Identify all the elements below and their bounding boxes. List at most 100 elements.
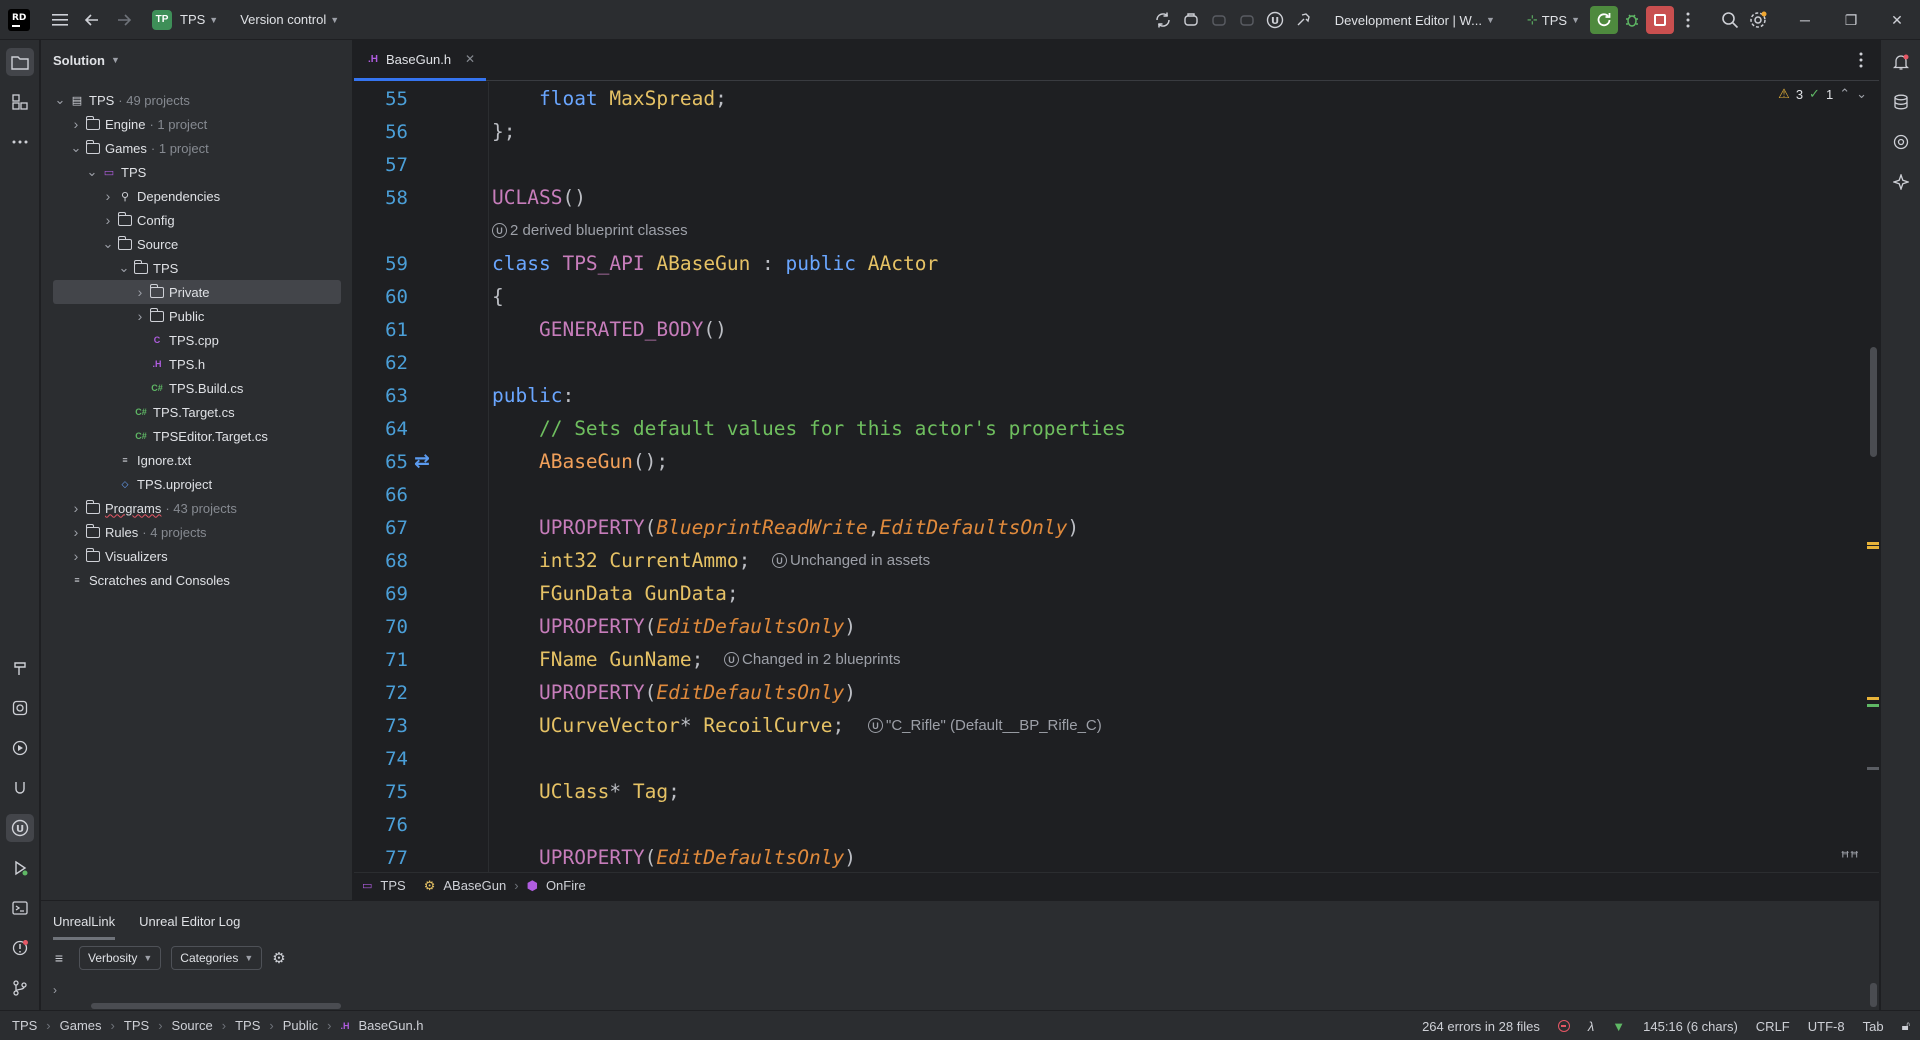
settings-gear-icon[interactable]: [1744, 6, 1772, 34]
tree-item[interactable]: .H TPS.h: [53, 352, 341, 376]
code-line[interactable]: 76: [354, 808, 1854, 841]
code-text[interactable]: ABaseGun();: [492, 450, 668, 473]
unreal-engine-icon[interactable]: U: [1261, 6, 1289, 34]
more-vertical-icon[interactable]: [1859, 52, 1863, 71]
tree-item[interactable]: ⌄ Source: [53, 232, 341, 256]
database-icon[interactable]: [1887, 88, 1915, 116]
line-number[interactable]: 66: [354, 484, 408, 506]
line-number[interactable]: 63: [354, 385, 408, 407]
line-number[interactable]: 77: [354, 847, 408, 869]
code-text[interactable]: class TPS_API ABaseGun : public AActor: [492, 252, 938, 275]
read-only-lock-icon[interactable]: 🔓︎: [1902, 1018, 1910, 1034]
code-text[interactable]: UPROPERTY(BlueprintReadWrite,EditDefault…: [492, 516, 1079, 539]
ai-assistant-sparkle-icon[interactable]: [1887, 168, 1915, 196]
categories-dropdown[interactable]: Categories ▼: [171, 946, 263, 970]
code-text[interactable]: FName GunName;: [492, 648, 703, 671]
code-text[interactable]: UPROPERTY(EditDefaultsOnly): [492, 681, 856, 704]
target-selector[interactable]: ⊹ TPS ▼: [1523, 12, 1584, 28]
project-badge[interactable]: TP: [152, 9, 172, 30]
crumb-class[interactable]: ABaseGun: [443, 878, 506, 893]
tree-item[interactable]: ≡ Ignore.txt: [53, 448, 341, 472]
caret-position[interactable]: 145:16 (6 chars): [1643, 1019, 1738, 1034]
profiler-icon[interactable]: [6, 774, 34, 802]
main-menu-icon[interactable]: [46, 6, 74, 34]
line-number[interactable]: 74: [354, 748, 408, 770]
run-button[interactable]: [1590, 6, 1618, 34]
tree-item[interactable]: C# TPS.Target.cs: [53, 400, 341, 424]
chevron-down-icon[interactable]: ⌄: [53, 92, 67, 108]
line-number[interactable]: 76: [354, 814, 408, 836]
tree-item[interactable]: › Config: [53, 208, 341, 232]
blueprint-inlay-hint[interactable]: U Unchanged in assets: [772, 552, 930, 569]
tree-item[interactable]: C TPS.cpp: [53, 328, 341, 352]
expand-chevron-icon[interactable]: ›: [53, 983, 57, 997]
errors-summary[interactable]: 264 errors in 28 files: [1422, 1019, 1540, 1034]
code-line[interactable]: 56};: [354, 115, 1854, 148]
unit-tests-icon[interactable]: [6, 694, 34, 722]
code-text[interactable]: int32 CurrentAmmo;: [492, 549, 750, 572]
previous-highlight-icon[interactable]: ⌃: [1839, 86, 1850, 102]
next-highlight-icon[interactable]: ⌄: [1856, 86, 1867, 102]
hammer-icon[interactable]: [1289, 6, 1317, 34]
line-number[interactable]: 64: [354, 418, 408, 440]
line-number[interactable]: 72: [354, 682, 408, 704]
warning-stripe[interactable]: [1867, 546, 1879, 549]
code-text[interactable]: UCLASS(): [492, 186, 586, 209]
endpoints-icon[interactable]: [1887, 128, 1915, 156]
tab-basegun-h[interactable]: .H BaseGun.h ✕: [354, 40, 486, 81]
tree-item[interactable]: › Engine · 1 project: [53, 112, 341, 136]
tree-item[interactable]: › Visualizers: [53, 544, 341, 568]
line-number[interactable]: 61: [354, 319, 408, 341]
code-line[interactable]: 67 UPROPERTY(BlueprintReadWrite,EditDefa…: [354, 511, 1854, 544]
notifications-bell-icon[interactable]: [1887, 48, 1915, 76]
tab-unreal-editor-log[interactable]: Unreal Editor Log: [139, 914, 240, 929]
status-path-segment[interactable]: TPS: [124, 1018, 149, 1033]
line-number[interactable]: 67: [354, 517, 408, 539]
run-configuration-selector[interactable]: Development Editor | W... ▼: [1331, 13, 1499, 28]
git-branch-icon[interactable]: [6, 974, 34, 1002]
status-path-segment[interactable]: Source: [172, 1018, 213, 1033]
blueprint-inlay-hint[interactable]: U2 derived blueprint classes: [492, 222, 688, 239]
line-number[interactable]: 69: [354, 583, 408, 605]
status-path-segment[interactable]: TPS: [235, 1018, 260, 1033]
code-line[interactable]: 64 // Sets default values for this actor…: [354, 412, 1854, 445]
code-text[interactable]: };: [492, 120, 515, 143]
solution-view-selector[interactable]: Solution ▼: [41, 40, 352, 80]
chevron-right-icon[interactable]: ›: [69, 116, 83, 132]
code-text[interactable]: GENERATED_BODY(): [492, 318, 727, 341]
back-arrow-icon[interactable]: [78, 6, 106, 34]
line-number[interactable]: 62: [354, 352, 408, 374]
error-icon[interactable]: [1557, 1020, 1570, 1032]
line-number[interactable]: 55: [354, 88, 408, 110]
status-path-segment[interactable]: TPS: [12, 1018, 37, 1033]
vertical-scrollbar[interactable]: [1870, 983, 1877, 1007]
inspection-widget[interactable]: ⚠ 3 ✓ 1 ⌃ ⌄: [1778, 86, 1867, 102]
crumb-method[interactable]: OnFire: [546, 878, 586, 893]
code-line[interactable]: 57: [354, 148, 1854, 181]
code-line[interactable]: 75 UClass* Tag;: [354, 775, 1854, 808]
info-stripe[interactable]: [1867, 767, 1879, 770]
line-number[interactable]: 75: [354, 781, 408, 803]
code-line[interactable]: 71 FName GunName; U Changed in 2 blueprint…: [354, 643, 1854, 676]
reader-mode-icon[interactable]: ꟸꟸ: [1841, 848, 1859, 868]
horizontal-scrollbar[interactable]: [91, 1003, 341, 1009]
build-icon[interactable]: [1177, 6, 1205, 34]
code-line[interactable]: 62: [354, 346, 1854, 379]
stop-button[interactable]: [1646, 6, 1674, 34]
unreal-link-icon[interactable]: U: [6, 814, 34, 842]
tree-item[interactable]: ⌄ ▤ TPS · 49 projects: [53, 88, 341, 112]
blueprint-inlay-hint[interactable]: U Changed in 2 blueprints: [724, 651, 900, 668]
chevron-right-icon[interactable]: ›: [69, 524, 83, 540]
more-horizontal-icon[interactable]: [6, 128, 34, 156]
line-number[interactable]: 58: [354, 187, 408, 209]
line-number[interactable]: 68: [354, 550, 408, 572]
services-icon[interactable]: [6, 734, 34, 762]
code-line[interactable]: 66: [354, 478, 1854, 511]
tree-item[interactable]: ◇ TPS.uproject: [53, 472, 341, 496]
chevron-right-icon[interactable]: ›: [101, 212, 115, 228]
editor-scrollbar[interactable]: [1870, 347, 1877, 457]
run-icon[interactable]: [6, 854, 34, 882]
blueprint-inlay-hint[interactable]: U "C_Rifle" (Default__BP_Rifle_C): [868, 717, 1102, 734]
search-icon[interactable]: [1716, 6, 1744, 34]
debug-icon[interactable]: [1618, 6, 1646, 34]
